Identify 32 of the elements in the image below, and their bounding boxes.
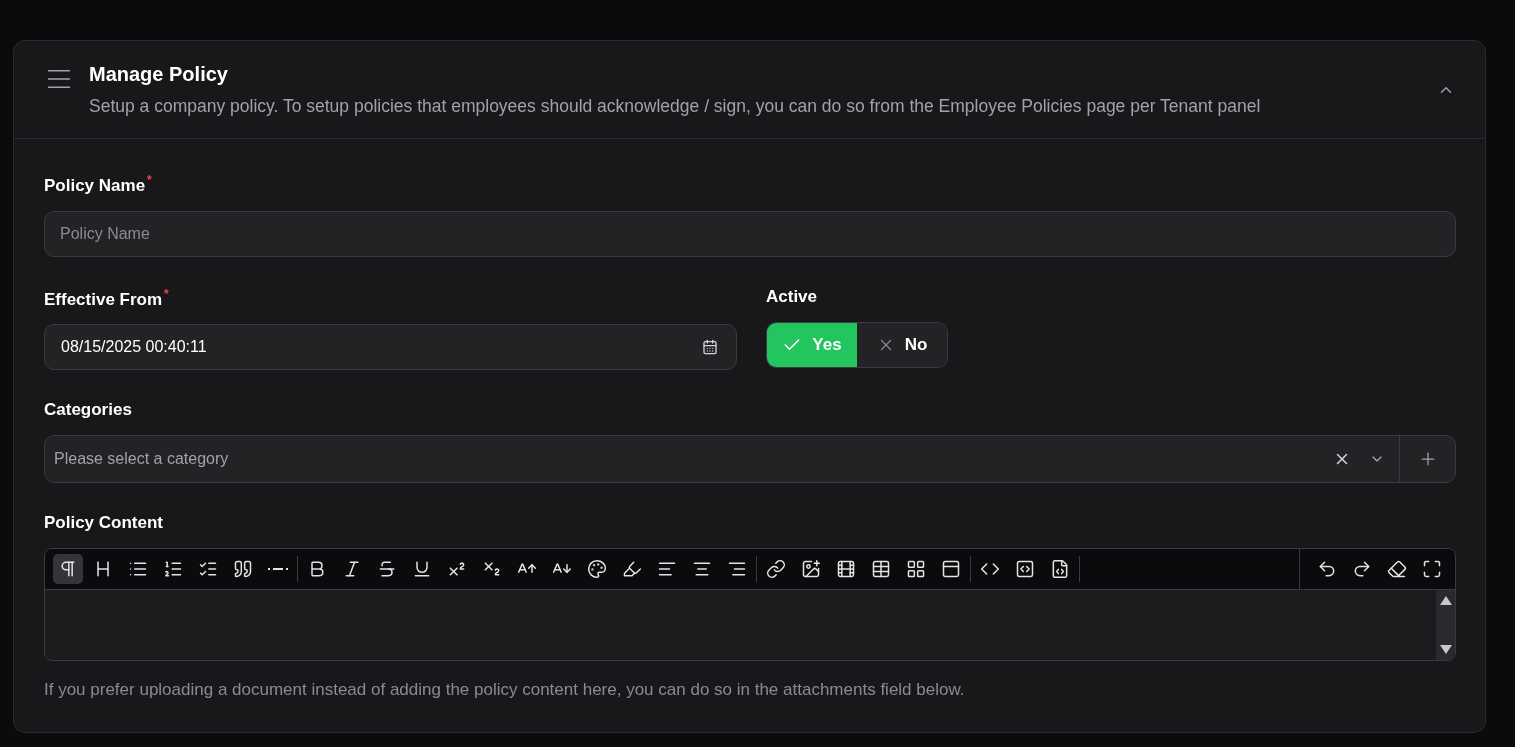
film-icon [836, 559, 856, 580]
quote-icon [233, 559, 253, 580]
palette-icon [587, 559, 607, 580]
required-mark: * [147, 173, 152, 187]
scrollbar[interactable] [1436, 590, 1455, 661]
field-label: Categories [44, 400, 133, 421]
helper-text: If you prefer uploading a document instead of adding the policy content here, you can do so in the attachments field below. [44, 680, 966, 701]
file-code-icon [1050, 559, 1070, 580]
eraser-icon [1387, 559, 1407, 580]
field-label: Effective From [44, 289, 163, 309]
image-plus-icon [801, 559, 821, 580]
fullscreen-icon [1422, 559, 1442, 580]
toggle-option[interactable]: No [857, 322, 947, 367]
code-block-icon [1015, 559, 1035, 580]
field-label: Policy Name [44, 175, 146, 195]
field-label: Policy Content [44, 513, 164, 534]
pilcrow-button[interactable] [53, 554, 83, 585]
grid-icon [906, 559, 926, 580]
required-mark: * [164, 286, 169, 301]
category-select[interactable]: Please select a category [44, 435, 1456, 484]
scroll-up-icon[interactable] [1439, 596, 1452, 606]
link-icon [766, 559, 786, 580]
policy-name-field[interactable]: Policy Name [44, 210, 1456, 257]
panel-title: Manage Policy [89, 63, 229, 86]
calendar-icon[interactable] [702, 339, 718, 356]
horizontal-rule-icon [268, 567, 288, 572]
panel-icon [941, 559, 961, 580]
date-field[interactable]: 08/15/2025 00:40:11 [44, 324, 737, 371]
scroll-down-icon[interactable] [1439, 645, 1452, 655]
table-icon [871, 559, 891, 580]
field-label: Active [766, 286, 819, 307]
panel-description: Setup a company policy. To setup policies that employees should acknowledge / sign, you can do so from the Employee Policies page per Tenant panel [89, 96, 1262, 117]
